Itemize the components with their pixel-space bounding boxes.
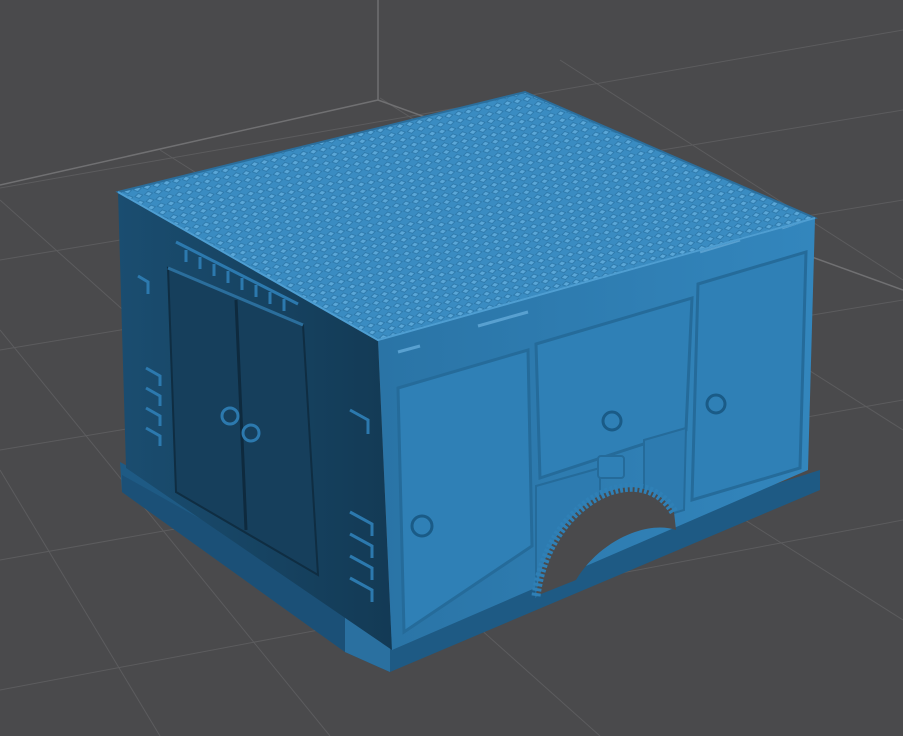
model-scene — [0, 0, 903, 736]
3d-viewport[interactable] — [0, 0, 903, 736]
